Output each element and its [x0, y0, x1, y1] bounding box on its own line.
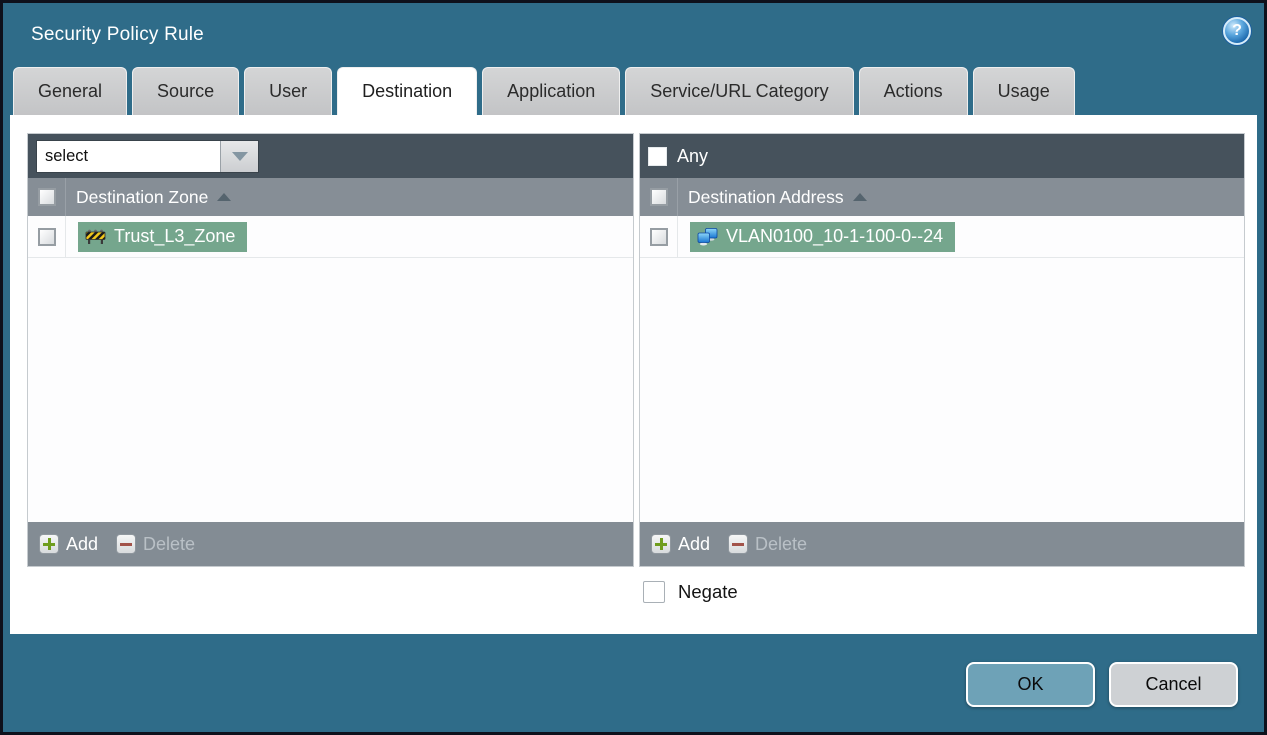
delete-label: Delete: [143, 533, 196, 554]
zone-rows: Trust_L3_Zone: [28, 216, 633, 522]
titlebar: Security Policy Rule: [3, 3, 1264, 67]
zone-filter-select[interactable]: select: [36, 139, 259, 173]
delete-button[interactable]: Delete: [116, 534, 195, 555]
any-checkbox[interactable]: [648, 146, 667, 166]
dropdown-button[interactable]: [220, 140, 258, 172]
table-row: Trust_L3_Zone: [28, 216, 633, 258]
plus-icon: [651, 534, 671, 554]
tab-usage[interactable]: Usage: [972, 67, 1075, 115]
add-label: Add: [678, 533, 711, 554]
address-panel-topbar: Any: [640, 134, 1244, 178]
table-row: VLAN0100_10-1-100-0--24: [640, 216, 1244, 258]
any-label: Any: [677, 145, 709, 166]
negate-row: Negate: [643, 581, 738, 603]
row-checkbox[interactable]: [37, 227, 56, 246]
plus-icon: [39, 534, 59, 554]
delete-button[interactable]: Delete: [728, 534, 807, 555]
dialog-content: select Destination Zone Trust_L3_Zone Ad…: [10, 115, 1257, 634]
sort-ascending-icon[interactable]: [217, 193, 232, 201]
cancel-button[interactable]: Cancel: [1109, 662, 1238, 707]
delete-label: Delete: [755, 533, 808, 554]
tab-general[interactable]: General: [13, 67, 128, 115]
dialog-title: Security Policy Rule: [31, 24, 204, 45]
chevron-down-icon: [231, 151, 248, 161]
destination-zone-panel: select Destination Zone Trust_L3_Zone Ad…: [27, 133, 634, 567]
security-policy-rule-dialog: Security Policy Rule ? General Source Us…: [0, 0, 1267, 735]
negate-checkbox[interactable]: [643, 581, 665, 603]
zone-chip[interactable]: Trust_L3_Zone: [78, 221, 248, 252]
dialog-footer: OK Cancel: [3, 637, 1264, 732]
help-icon[interactable]: ?: [1223, 17, 1251, 45]
tab-application[interactable]: Application: [482, 67, 621, 115]
zone-filter-value: select: [37, 140, 220, 172]
tab-destination[interactable]: Destination: [337, 67, 478, 115]
zone-panel-toolbar: Add Delete: [28, 522, 633, 566]
address-chip[interactable]: VLAN0100_10-1-100-0--24: [690, 221, 956, 252]
row-checkbox[interactable]: [649, 227, 668, 246]
zone-column-header-row: Destination Zone: [28, 178, 633, 216]
minus-icon: [728, 534, 749, 554]
tab-service-url-category[interactable]: Service/URL Category: [625, 67, 854, 115]
question-mark-glyph: ?: [1232, 22, 1242, 39]
zone-icon: [85, 228, 106, 245]
add-button[interactable]: Add: [651, 534, 710, 555]
address-rows: VLAN0100_10-1-100-0--24: [640, 216, 1244, 522]
address-column-header-row: Destination Address: [640, 178, 1244, 216]
address-label: VLAN0100_10-1-100-0--24: [726, 226, 944, 246]
tab-bar: General Source User Destination Applicat…: [3, 67, 1264, 115]
add-label: Add: [66, 533, 99, 554]
select-all-addresses-checkbox[interactable]: [649, 188, 668, 206]
zone-panel-topbar: select: [28, 134, 633, 178]
zone-label: Trust_L3_Zone: [114, 226, 236, 246]
tab-user[interactable]: User: [244, 67, 333, 115]
select-all-zones-checkbox[interactable]: [37, 188, 56, 206]
minus-icon: [116, 534, 137, 554]
sort-ascending-icon[interactable]: [852, 193, 867, 201]
address-panel-toolbar: Add Delete: [640, 522, 1244, 566]
ok-button[interactable]: OK: [966, 662, 1095, 707]
negate-label: Negate: [678, 581, 738, 602]
add-button[interactable]: Add: [39, 534, 98, 555]
tab-source[interactable]: Source: [132, 67, 240, 115]
column-header-destination-address[interactable]: Destination Address: [688, 187, 844, 208]
network-computers-icon: [697, 227, 718, 246]
column-header-destination-zone[interactable]: Destination Zone: [76, 187, 208, 208]
destination-address-panel: Any Destination Address VLAN0100_10-1-10…: [639, 133, 1245, 567]
tab-actions[interactable]: Actions: [858, 67, 968, 115]
